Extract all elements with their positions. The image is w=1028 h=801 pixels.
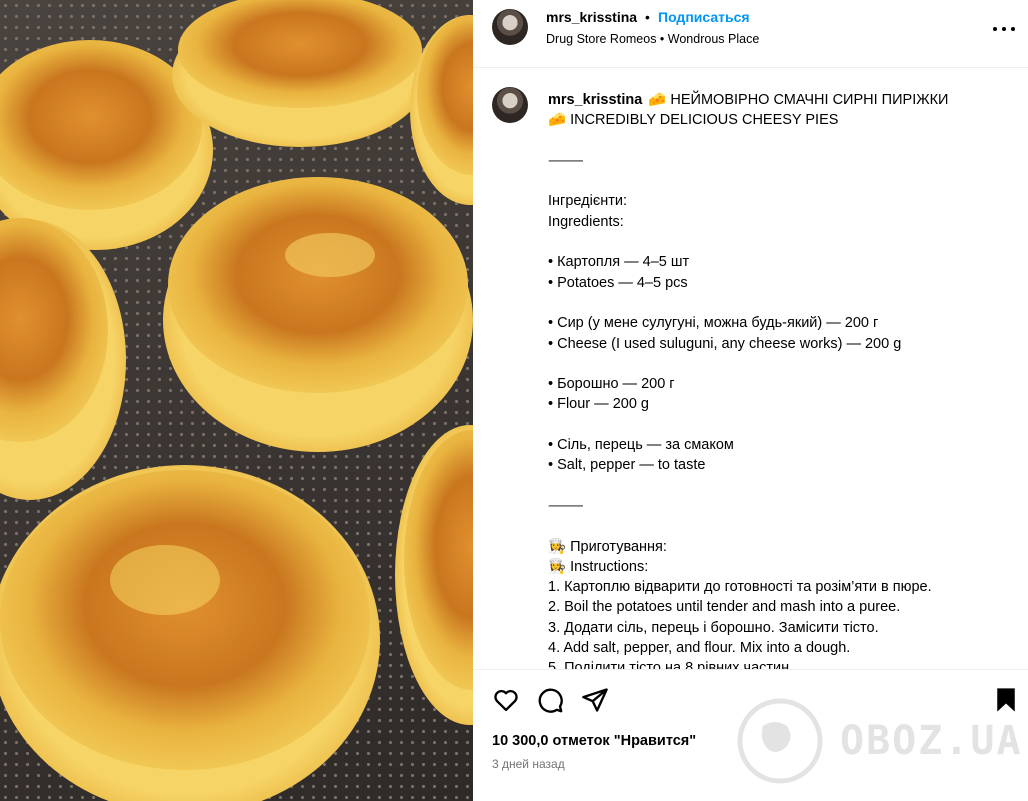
caption-line: [548, 131, 998, 151]
more-options-icon[interactable]: [993, 18, 1015, 40]
post-header: mrs_krisstina • Подписаться Drug Store R…: [473, 0, 1028, 68]
likes-count[interactable]: 10 300,0 отметок "Нравится": [492, 733, 696, 749]
caption-line: [548, 232, 998, 252]
post-details-panel: mrs_krisstina • Подписаться Drug Store R…: [473, 0, 1028, 801]
caption-line: • Potatoes — 4–5 pcs: [548, 274, 688, 291]
caption-line: 3. Додати сіль, перець і борошно. Заміси…: [548, 619, 879, 636]
caption-line: • Борошно — 200 г: [548, 376, 675, 393]
caption-line: 🧀 INCREDIBLY DELICIOUS CHEESY PIES: [548, 112, 839, 129]
caption-avatar[interactable]: [492, 87, 528, 123]
pie-6: [0, 465, 380, 801]
header-subtitle[interactable]: Drug Store Romeos • Wondrous Place: [546, 32, 759, 46]
avatar[interactable]: [492, 9, 528, 45]
cheese-pies-photo: [0, 0, 473, 801]
caption-line: 👩‍🍳 Instructions:: [548, 558, 649, 575]
comment-icon[interactable]: [536, 686, 564, 714]
header-username[interactable]: mrs_krisstina: [546, 9, 637, 25]
caption-line: [548, 415, 998, 435]
caption-line: • Cheese (I used suluguni, any cheese wo…: [548, 335, 902, 352]
caption-line: 5. Поділити тісто на 8 рівних частин.: [548, 660, 794, 669]
pie-5: [0, 218, 126, 500]
pie-4: [163, 177, 473, 452]
globe-logo-icon: [737, 698, 823, 784]
send-icon[interactable]: [581, 686, 609, 714]
caption-line: [548, 354, 998, 374]
caption-line: [548, 516, 998, 536]
caption-line: 👩‍🍳 Приготування:: [548, 538, 667, 555]
caption-line: [548, 293, 998, 313]
post-timestamp[interactable]: 3 дней назад: [492, 757, 565, 771]
caption-line: [548, 171, 998, 191]
caption-line: Ingredients:: [548, 213, 624, 230]
caption-line: 2. Boil the potatoes until tender and ma…: [548, 599, 901, 616]
caption-username[interactable]: mrs_krisstina: [548, 92, 642, 108]
caption-line: • Картопля — 4–5 шт: [548, 254, 690, 271]
separator-dot: •: [645, 9, 650, 25]
caption-line: • Salt, pepper — to taste: [548, 457, 706, 474]
caption-line: 1. Картоплю відварити до готовності та р…: [548, 579, 932, 596]
pie-7: [395, 425, 473, 725]
pie-2: [172, 0, 428, 147]
caption-line: Інгредієнти:: [548, 193, 627, 210]
heart-icon[interactable]: [492, 686, 520, 714]
watermark-text: OBOZ.UA: [840, 718, 1023, 764]
follow-button[interactable]: Подписаться: [658, 9, 750, 25]
caption-area[interactable]: mrs_krisstina 🧀 НЕЙМОВІРНО СМАЧНІ СИРНІ П…: [473, 69, 1028, 669]
caption-line: [548, 476, 998, 496]
caption-line: ⸻: [548, 152, 584, 169]
caption-line: mrs_krisstina 🧀 НЕЙМОВІРНО СМАЧНІ СИРНІ П…: [548, 92, 949, 108]
watermark: OBOZ.UA: [735, 696, 1021, 786]
caption-line: 4. Add salt, pepper, and flour. Mix into…: [548, 640, 851, 657]
caption-line: ⸻: [548, 497, 584, 514]
caption-line: • Flour — 200 g: [548, 396, 649, 413]
caption-line: • Сіль, перець — за смаком: [548, 437, 734, 454]
caption-text: mrs_krisstina 🧀 НЕЙМОВІРНО СМАЧНІ СИРНІ П…: [548, 90, 998, 669]
caption-line: • Сир (у мене сулугуні, можна будь-який)…: [548, 315, 879, 332]
post-image[interactable]: [0, 0, 473, 801]
